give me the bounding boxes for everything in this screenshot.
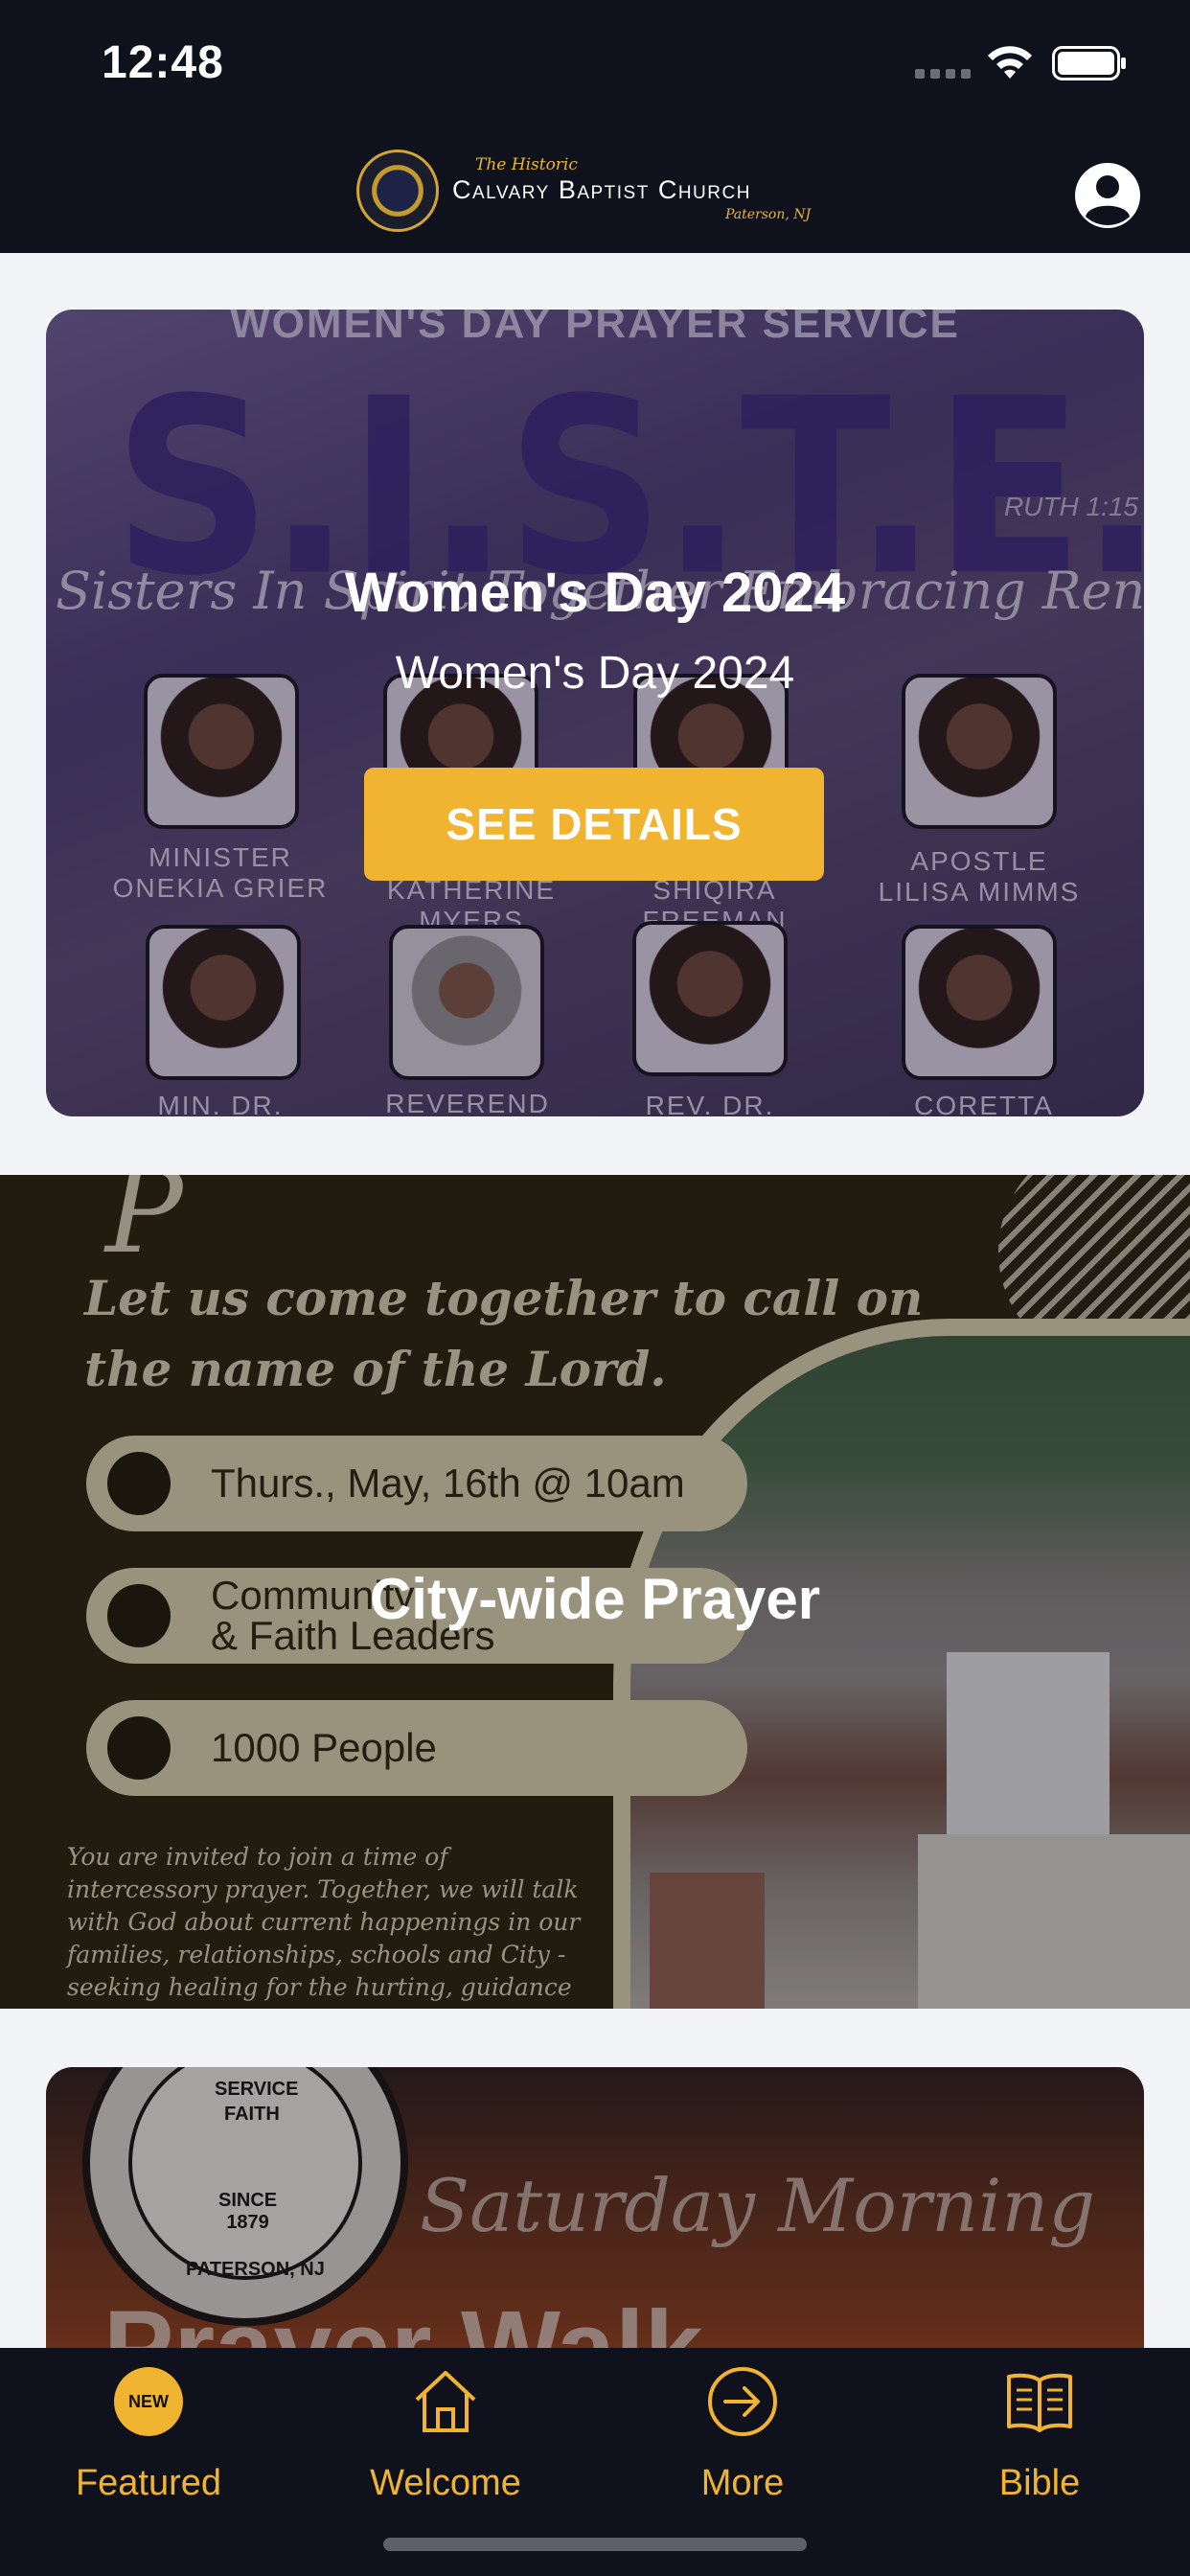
logo-name: Calvary Baptist Church — [452, 175, 751, 204]
card-title: City-wide Prayer — [369, 1567, 821, 1631]
card-subtitle: Women's Day 2024 — [395, 648, 795, 699]
home-indicator[interactable] — [383, 2538, 807, 2551]
church-seal-icon — [356, 150, 439, 232]
status-time: 12:48 — [102, 37, 224, 88]
tab-label: Welcome — [370, 2463, 521, 2503]
featured-card-womens-day[interactable]: WOMEN'S DAY PRAYER SERVICE S.I.S.T.E.R.S… — [46, 310, 1144, 1116]
church-logo[interactable]: The Historic Calvary Baptist Church Pate… — [356, 148, 835, 234]
profile-icon[interactable] — [1073, 161, 1142, 230]
tab-more[interactable]: More — [594, 2348, 891, 2511]
status-bar: 12:48 — [0, 0, 1190, 126]
featured-card-prayer-walk[interactable]: SERVICE FAITH SINCE 1879 PATERSON, NJ Sa… — [46, 2067, 1144, 2355]
featured-card-city-wide-prayer[interactable]: P Let us come together to call on the na… — [0, 1175, 1190, 2009]
see-details-button[interactable]: SEE DETAILS — [364, 768, 824, 881]
tab-label: Bible — [998, 2463, 1081, 2503]
tab-label: Featured — [75, 2463, 222, 2503]
arrow-circle-icon — [708, 2367, 777, 2436]
tab-bible[interactable]: Bible — [891, 2348, 1188, 2511]
new-badge-icon: NEW — [114, 2367, 183, 2436]
card-title: Women's Day 2024 — [344, 562, 846, 624]
cellular-signal-icon — [915, 69, 971, 79]
logo-tagline: The Historic — [475, 155, 578, 174]
wifi-icon — [988, 46, 1032, 79]
logo-location: Paterson, NJ — [725, 207, 812, 222]
card-overlay — [46, 2067, 1144, 2355]
app-header: The Historic Calvary Baptist Church Pate… — [0, 126, 1190, 253]
home-icon — [415, 2371, 476, 2432]
card-overlay — [46, 310, 1144, 1116]
tab-featured[interactable]: NEW Featured — [0, 2348, 297, 2511]
battery-icon — [1052, 46, 1126, 80]
tab-label: More — [700, 2463, 785, 2503]
tab-welcome[interactable]: Welcome — [297, 2348, 594, 2511]
book-icon — [1007, 2373, 1072, 2432]
